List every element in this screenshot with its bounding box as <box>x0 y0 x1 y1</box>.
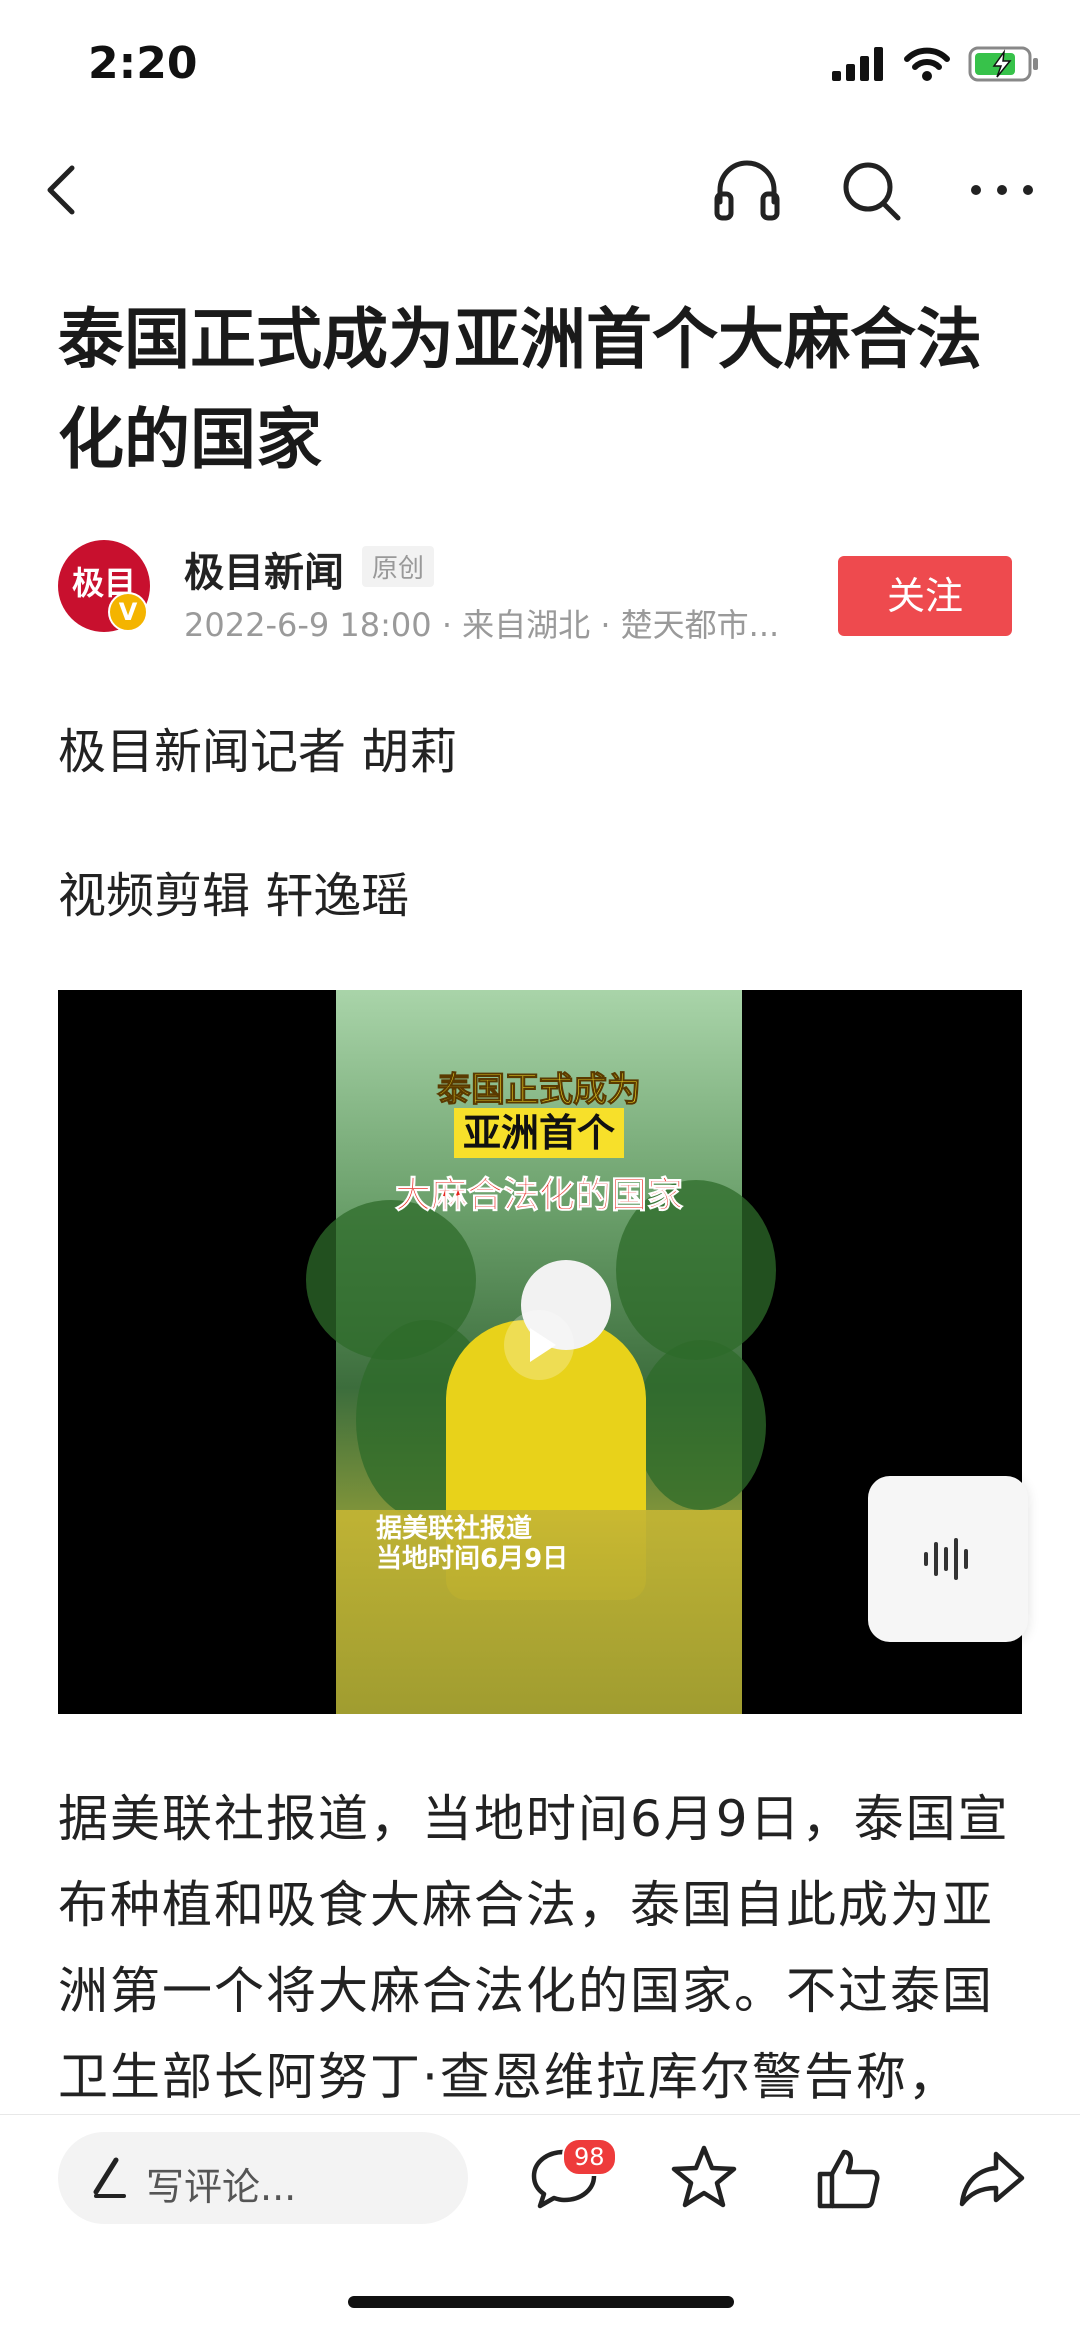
video-caption-source: 据美联社报道 <box>376 1514 533 1544</box>
more-options-icon[interactable] <box>962 150 1042 230</box>
follow-button[interactable]: 关注 <box>838 556 1012 636</box>
wifi-icon <box>904 47 950 81</box>
video-caption-line3: 大麻合法化的国家 <box>394 1175 683 1217</box>
video-source-caption: 据美联社报道 当地时间6月9日 <box>376 1514 568 1574</box>
signal-icon <box>832 47 883 81</box>
thumbs-up-icon[interactable] <box>808 2138 888 2218</box>
video-thumbnail: 泰国正式成为 亚洲首个 大麻合法化的国家 据美联社报道 当地时间6月9日 <box>306 990 776 1714</box>
status-icons <box>832 44 1040 84</box>
article-paragraph: 据美联社报道，当地时间6月9日，泰国宣布种植和吸食大麻合法，泰国自此成为亚洲第一… <box>58 1790 1010 2106</box>
play-button[interactable] <box>504 1310 574 1380</box>
battery-icon <box>968 46 1038 82</box>
back-icon[interactable] <box>32 150 102 230</box>
status-time: 2:20 <box>88 38 198 89</box>
pen-icon <box>93 2157 126 2198</box>
article-title: 泰国正式成为亚洲首个大麻合法化的国家 <box>58 301 982 478</box>
video-caption-date: 当地时间6月9日 <box>376 1544 569 1574</box>
author-name[interactable]: 极目新闻 <box>184 540 344 598</box>
search-icon[interactable] <box>836 150 906 230</box>
comment-placeholder[interactable]: 写评论... <box>146 2156 296 2211</box>
video-caption-line2: 亚洲首个 <box>454 1108 624 1158</box>
home-indicator[interactable] <box>348 2296 734 2308</box>
share-icon[interactable] <box>952 2138 1032 2218</box>
editor-credit: 视频剪辑 轩逸瑶 <box>58 868 410 924</box>
sound-wave-icon <box>924 1538 968 1580</box>
play-icon <box>530 1328 556 1362</box>
star-icon[interactable] <box>664 2138 744 2218</box>
reporter-credit: 极目新闻记者 胡莉 <box>58 724 458 780</box>
original-badge: 原创 <box>362 546 435 587</box>
verified-badge: V <box>108 592 148 632</box>
video-caption-line1: 泰国正式成为 <box>437 1070 642 1111</box>
audio-float-button[interactable] <box>868 1476 1028 1642</box>
comment-count-badge: 98 <box>562 2138 617 2176</box>
headphones-icon[interactable] <box>712 150 782 230</box>
publish-meta: 2022-6-9 18:00 · 来自湖北 · 楚天都市... <box>184 606 780 644</box>
plant-shape <box>636 1340 766 1510</box>
